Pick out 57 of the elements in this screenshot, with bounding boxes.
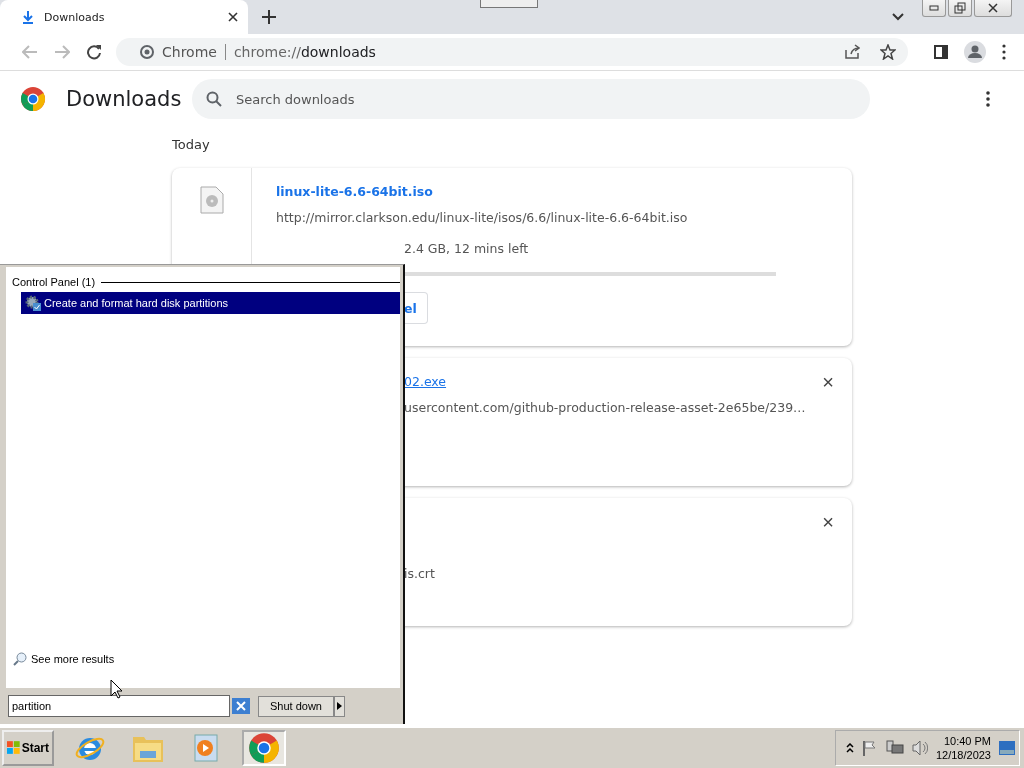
page-title: Downloads (66, 87, 183, 111)
four-squares-icon (7, 741, 21, 755)
source-url: http://mirror.clarkson.edu/linux-lite/isos/6.6/linux-lite-6.6-64bit.iso (276, 210, 688, 225)
flag-icon[interactable] (861, 740, 878, 756)
section-heading: Today (172, 137, 211, 152)
file-link[interactable]: 02.exe (404, 374, 447, 394)
download-status: 2.4 GB, 12 mins left (404, 241, 529, 256)
address-bar[interactable]: Chrome chrome://downloads (116, 38, 908, 66)
shut-down-options-button[interactable] (334, 695, 345, 717)
caret-icon (337, 702, 342, 710)
close-icon[interactable] (228, 12, 238, 22)
group-heading: Control Panel (1) (12, 276, 96, 288)
site-label: Chrome (162, 44, 217, 60)
browser-logo-icon (248, 732, 280, 764)
search-result[interactable]: Create and format hard disk partitions (21, 292, 400, 314)
start-button[interactable]: Start (2, 730, 54, 766)
new-tab-icon[interactable] (262, 10, 276, 24)
remove-button[interactable]: × (822, 372, 834, 392)
play-icon (192, 733, 220, 763)
see-more-link[interactable]: See more results (13, 652, 400, 666)
profile-icon[interactable] (964, 41, 986, 63)
window-grip (480, 0, 538, 8)
search-field[interactable]: partition (8, 695, 230, 717)
disc-file-icon (199, 186, 224, 214)
shut-down-button[interactable]: Shut down (258, 695, 334, 717)
minimize-button[interactable] (922, 0, 946, 17)
menu-icon[interactable] (1002, 44, 1006, 60)
restore-button[interactable] (948, 0, 972, 17)
browser-tab[interactable]: Downloads (0, 0, 248, 34)
side-panel-icon[interactable] (934, 45, 948, 59)
network-icon[interactable] (885, 740, 904, 756)
star-icon[interactable] (880, 44, 896, 60)
source-url: usercontent.com/github-production-release-asset-2e65be/239… (404, 400, 806, 415)
tab-search-icon[interactable] (892, 13, 904, 21)
remove-button[interactable]: × (822, 512, 834, 532)
clock[interactable]: 10:40 PM 12/18/2023 (935, 734, 991, 762)
download-icon (22, 10, 34, 24)
reload-icon[interactable] (86, 44, 102, 60)
gear-icon (25, 295, 41, 311)
clear-search-icon[interactable] (232, 698, 250, 714)
source-url: is.crt (404, 566, 435, 581)
file-link[interactable]: linux-lite-6.6-64bit.iso (276, 184, 433, 204)
more-icon[interactable] (986, 91, 990, 107)
tab-title: Downloads (44, 10, 106, 24)
show-hidden-icon[interactable] (845, 743, 854, 753)
restore-icon (954, 2, 966, 14)
url-text: chrome://downloads (233, 44, 376, 60)
share-icon[interactable] (844, 44, 860, 60)
search-icon (13, 652, 27, 666)
close-icon (988, 3, 998, 13)
search-icon (206, 91, 222, 107)
close-button[interactable] (974, 0, 1012, 17)
search-field[interactable]: Search downloads (192, 79, 870, 119)
minimize-icon (929, 5, 939, 11)
taskbar-browser-button[interactable] (242, 730, 286, 766)
speaker-icon[interactable] (911, 740, 928, 756)
cancel-button[interactable]: el (404, 292, 428, 324)
